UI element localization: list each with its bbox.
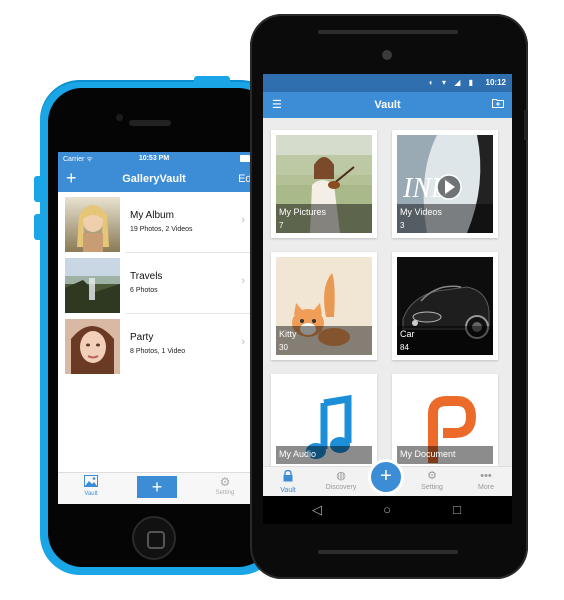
vault-card-my-pictures[interactable]: My Pictures 7 — [271, 130, 377, 238]
vault-card-my-videos[interactable]: IND My Videos 3 — [392, 130, 498, 238]
chevron-right-icon: › — [241, 275, 245, 287]
android-app-bar: ☰ Vault — [263, 92, 512, 118]
album-thumbnail-my-album — [65, 197, 120, 252]
chevron-right-icon: › — [241, 214, 245, 226]
card-title: Car — [400, 329, 415, 339]
android-tab-label: Setting — [421, 484, 443, 491]
android-screen: ◐ ▾ ◢ ▮ 10:12 ☰ Vault My Pictures 7 IND … — [263, 74, 512, 524]
android-nav-bar: ◁ ○ □ — [263, 496, 512, 524]
card-title: My Document — [400, 449, 456, 459]
vault-card-kitty[interactable]: Kitty 30 — [271, 252, 377, 360]
android-tab-discovery[interactable]: ◍ Discovery — [319, 470, 363, 491]
image-icon — [66, 475, 116, 490]
lock-icon — [266, 469, 310, 486]
iphone-screen: Carrier ᯤ 10:53 PM + GalleryVault Edi My… — [58, 152, 250, 504]
card-count: 30 — [279, 343, 288, 352]
album-row-my-album[interactable]: My Album 19 Photos, 2 Videos › — [58, 192, 250, 253]
battery-icon — [240, 155, 250, 162]
android-tab-setting[interactable]: ⚙ Setting — [410, 470, 454, 491]
android-tab-label: More — [478, 484, 494, 491]
card-title: My Audio — [279, 449, 317, 459]
android-status-bar: ◐ ▾ ◢ ▮ 10:12 — [263, 74, 512, 92]
android-status-time: 10:12 — [485, 78, 506, 87]
android-tab-more[interactable]: ••• More — [464, 470, 508, 491]
add-folder-icon[interactable] — [492, 98, 504, 111]
android-bottom-speaker — [318, 550, 458, 554]
iphone-camera — [116, 114, 123, 121]
android-add-fab[interactable]: + — [368, 459, 404, 495]
card-title: My Videos — [400, 207, 442, 217]
android-camera — [382, 50, 392, 60]
ios-edit-button[interactable]: Edi — [238, 173, 250, 185]
android-tab-vault[interactable]: Vault — [266, 469, 310, 494]
album-count: 8 Photos, 1 Video — [130, 348, 186, 355]
album-thumbnail-party — [65, 319, 120, 374]
album-count: 6 Photos — [130, 287, 158, 294]
globe-icon: ◍ — [336, 470, 346, 482]
card-count: 7 — [279, 221, 284, 230]
ios-tab-vault[interactable]: Vault — [66, 475, 116, 497]
ios-tab-setting[interactable]: ⚙ Setting — [200, 475, 250, 496]
album-name: My Album — [130, 210, 174, 221]
ios-status-bar: Carrier ᯤ 10:53 PM — [58, 152, 250, 166]
home-icon[interactable]: ○ — [379, 502, 395, 518]
album-name: Party — [130, 332, 154, 343]
ios-tab-label: Setting — [215, 490, 235, 496]
gear-icon: ⚙ — [219, 475, 231, 489]
ios-nav-title: GalleryVault — [122, 173, 186, 185]
ios-tab-bar: Vault + ⚙ Setting — [58, 472, 250, 504]
chevron-right-icon: › — [241, 336, 245, 348]
status-icons: ◐ ▾ ◢ ▮ — [428, 78, 476, 87]
album-name: Travels — [130, 271, 163, 282]
album-count: 19 Photos, 2 Videos — [130, 226, 193, 233]
android-app-title: Vault — [374, 99, 401, 111]
android-tab-label: Discovery — [325, 484, 357, 491]
vault-card-car[interactable]: Car 84 — [392, 252, 498, 360]
back-icon[interactable]: ◁ — [309, 502, 325, 518]
card-title: Kitty — [279, 329, 297, 339]
ios-status-time: 10:53 PM — [138, 155, 170, 162]
recent-apps-icon[interactable]: □ — [449, 502, 465, 518]
more-dots-icon: ••• — [480, 470, 492, 482]
album-thumbnail-travels — [65, 258, 120, 313]
album-row-travels[interactable]: Travels 6 Photos › — [58, 253, 250, 314]
iphone-home-button[interactable] — [132, 516, 176, 560]
card-title: My Pictures — [279, 207, 327, 217]
gear-icon: ⚙ — [427, 470, 437, 482]
android-tab-label: Vault — [280, 487, 296, 494]
iphone-speaker — [129, 120, 171, 126]
card-count: 3 — [400, 221, 405, 230]
ios-tab-label: Vault — [84, 491, 98, 497]
iphone-volume-down-button — [34, 214, 41, 240]
ios-add-button[interactable]: + — [137, 476, 177, 498]
android-side-button — [524, 110, 528, 140]
ios-nav-bar: + GalleryVault Edi — [58, 166, 250, 192]
android-top-speaker — [318, 30, 458, 34]
iphone-power-button — [194, 76, 230, 82]
album-row-party[interactable]: Party 8 Photos, 1 Video › — [58, 314, 250, 374]
card-count: 84 — [400, 343, 409, 352]
iphone-volume-up-button — [34, 176, 41, 202]
